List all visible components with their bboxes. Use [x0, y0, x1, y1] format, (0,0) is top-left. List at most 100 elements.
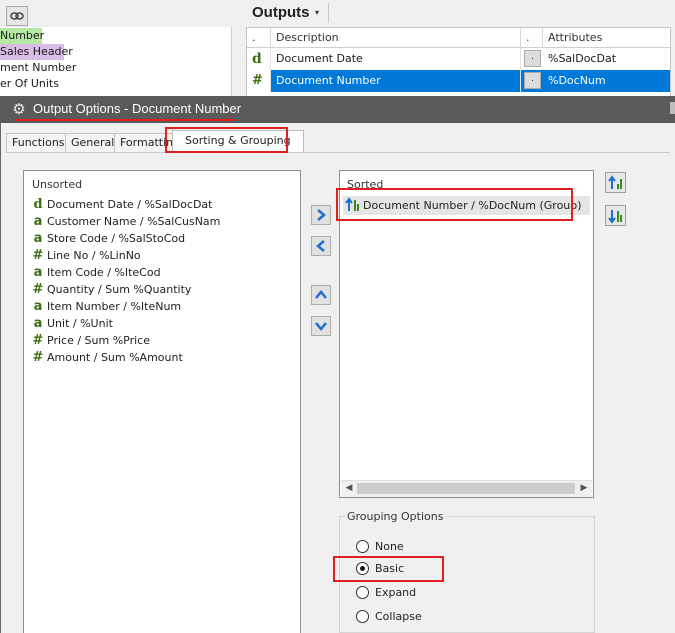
- sort-descending-icon: [607, 209, 622, 224]
- unsorted-list-item[interactable]: Price / Sum %Price: [47, 332, 150, 349]
- list-item[interactable]: Sales Header: [0, 44, 73, 60]
- separator: /: [69, 317, 81, 330]
- field-attribute: Sum %Price: [84, 334, 150, 347]
- table-cell[interactable]: %SalDocDat: [543, 48, 670, 70]
- background-field-list: Number Sales Header ment Number er Of Un…: [0, 27, 232, 100]
- link-icon-button[interactable]: [6, 6, 28, 26]
- separator: /: [133, 198, 145, 211]
- date-type-icon: d: [247, 48, 271, 70]
- table-cell[interactable]: Document Date: [271, 48, 521, 70]
- field-attribute: %SalStoCod: [118, 232, 186, 245]
- table-cell[interactable]: %DocNum: [543, 70, 670, 92]
- field-attribute: %Unit: [80, 317, 113, 330]
- separator: /: [73, 334, 85, 347]
- field-name: Store Code: [47, 232, 108, 245]
- outputs-title[interactable]: Outputs: [252, 4, 310, 21]
- column-header[interactable]: .: [521, 28, 543, 48]
- field-attribute: %SalCusNam: [147, 215, 221, 228]
- field-attribute: Sum %Amount: [100, 351, 183, 364]
- separator: /: [119, 300, 131, 313]
- tab-functions[interactable]: Functions: [6, 133, 71, 153]
- field-name: Document Date: [47, 198, 134, 211]
- radio-collapse[interactable]: [356, 610, 369, 623]
- move-up-button[interactable]: [311, 285, 331, 305]
- radio-expand[interactable]: [356, 586, 369, 599]
- field-name: Quantity: [47, 283, 95, 296]
- field-name: Item Code: [47, 266, 104, 279]
- move-left-button[interactable]: [311, 236, 331, 256]
- unsorted-list-item[interactable]: Quantity / Sum %Quantity: [47, 281, 191, 298]
- column-header[interactable]: Description: [271, 28, 521, 48]
- sort-ascending-icon: [607, 174, 622, 189]
- text-type-icon: a: [33, 231, 43, 246]
- number-type-icon: #: [32, 333, 44, 348]
- row-options-button[interactable]: .: [524, 72, 541, 89]
- radio-basic-label[interactable]: Basic: [375, 562, 404, 576]
- field-name: Line No: [47, 249, 89, 262]
- unsorted-label: Unsorted: [32, 178, 83, 191]
- move-down-button[interactable]: [311, 316, 331, 336]
- list-item[interactable]: er Of Units: [0, 76, 59, 92]
- row-options-button[interactable]: .: [524, 50, 541, 67]
- radio-none-label[interactable]: None: [375, 540, 404, 554]
- field-name: Customer Name: [47, 215, 137, 228]
- unsorted-list-item[interactable]: Item Code / %IteCod: [47, 264, 161, 281]
- text-type-icon: a: [33, 214, 43, 229]
- separator: /: [107, 232, 119, 245]
- outputs-grid: . Description . Attributes d Document Da…: [246, 27, 671, 100]
- table-cell[interactable]: Document Number: [271, 70, 521, 92]
- unsorted-list-item[interactable]: Unit / %Unit: [47, 315, 113, 332]
- separator: /: [136, 215, 148, 228]
- toolbar-divider: [328, 3, 329, 23]
- sorted-list[interactable]: [339, 170, 594, 498]
- unsorted-list-item[interactable]: Amount / Sum %Amount: [47, 349, 183, 366]
- list-item[interactable]: Number: [0, 28, 44, 44]
- number-type-icon: #: [32, 248, 44, 263]
- number-type-icon: #: [247, 70, 271, 92]
- grouping-options-label: Grouping Options: [345, 510, 446, 523]
- sort-ascending-icon: [345, 197, 359, 211]
- field-attribute: %SalDocDat: [144, 198, 213, 211]
- scroll-right-icon[interactable]: ▶: [577, 480, 591, 497]
- unsorted-list-item[interactable]: Store Code / %SalStoCod: [47, 230, 185, 247]
- chevron-down-icon[interactable]: ▾: [315, 8, 319, 17]
- field-name: Amount: [47, 351, 91, 364]
- separator: /: [88, 249, 100, 262]
- separator: /: [90, 351, 101, 364]
- radio-collapse-label[interactable]: Collapse: [375, 610, 422, 624]
- window-control[interactable]: [670, 102, 675, 114]
- field-attribute: %LinNo: [99, 249, 141, 262]
- radio-basic[interactable]: [356, 562, 369, 575]
- scroll-left-icon[interactable]: ◀: [342, 480, 356, 497]
- sorted-item-label: Document Number / %DocNum (Group): [363, 199, 582, 212]
- unsorted-list-item[interactable]: Document Date / %SalDocDat: [47, 196, 213, 213]
- tab-general[interactable]: General: [65, 133, 121, 153]
- field-name: Price: [47, 334, 74, 347]
- link-icon: [10, 12, 24, 20]
- field-attribute: Sum %Quantity: [105, 283, 192, 296]
- radio-none[interactable]: [356, 540, 369, 553]
- chevron-left-icon: [316, 240, 325, 252]
- list-item[interactable]: ment Number: [0, 60, 76, 76]
- title-highlight-underline: [15, 119, 236, 121]
- move-right-button[interactable]: [311, 205, 331, 225]
- chevron-up-icon: [315, 290, 327, 299]
- sort-descending-button[interactable]: [605, 205, 626, 226]
- tab-strip-border: [6, 152, 670, 153]
- radio-expand-label[interactable]: Expand: [375, 586, 416, 600]
- scrollbar-thumb[interactable]: [357, 483, 575, 494]
- text-type-icon: a: [33, 316, 43, 331]
- tab-sorting-grouping[interactable]: Sorting & Grouping: [172, 130, 304, 153]
- separator: /: [94, 283, 106, 296]
- number-type-icon: #: [32, 282, 44, 297]
- text-type-icon: a: [33, 265, 43, 280]
- unsorted-list-item[interactable]: Item Number / %IteNum: [47, 298, 181, 315]
- unsorted-list-item[interactable]: Customer Name / %SalCusNam: [47, 213, 220, 230]
- sort-ascending-button[interactable]: [605, 172, 626, 193]
- chevron-down-icon: [315, 322, 327, 331]
- unsorted-list-item[interactable]: Line No / %LinNo: [47, 247, 141, 264]
- column-header[interactable]: .: [247, 28, 271, 48]
- column-header[interactable]: Attributes: [543, 28, 670, 48]
- text-type-icon: a: [33, 299, 43, 314]
- sorted-label: Sorted: [347, 178, 384, 191]
